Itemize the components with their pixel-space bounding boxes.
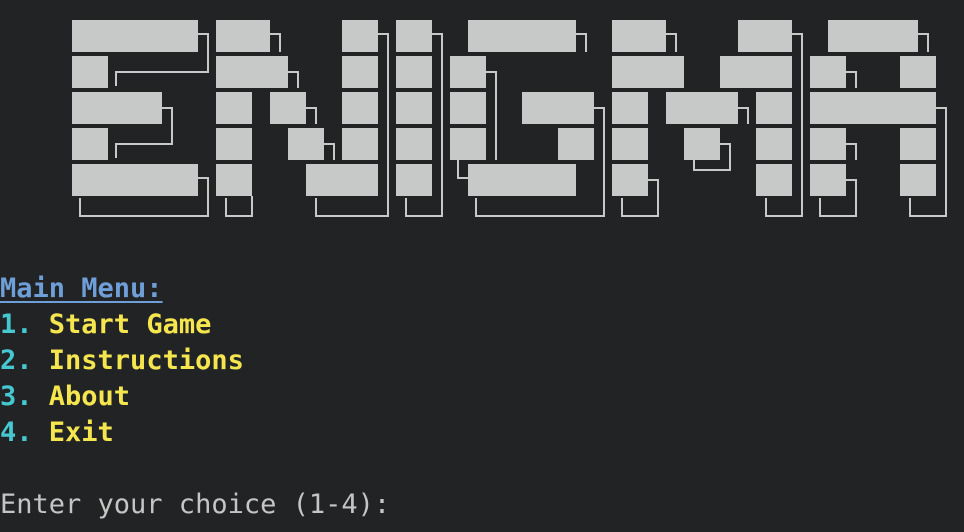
logo-letter-e	[72, 20, 209, 217]
main-menu-heading: Main Menu:	[0, 273, 163, 304]
menu-option-number: 3.	[0, 381, 33, 412]
logo-letter-a	[810, 20, 947, 217]
menu-option-instructions[interactable]: 2. Instructions	[0, 343, 244, 379]
menu-option-about[interactable]: 3. About	[0, 379, 130, 415]
prompt-text: Enter your choice (1-4):	[0, 489, 391, 520]
logo-letter-g	[450, 20, 605, 217]
menu-option-label: About	[48, 381, 131, 412]
menu-option-label: Start Game	[48, 309, 212, 340]
menu-option-start-game[interactable]: 1. Start Game	[0, 307, 211, 343]
logo-letter-i	[396, 20, 443, 217]
menu-option-label: Exit	[48, 417, 114, 448]
menu-option-number: 1.	[0, 309, 33, 340]
menu-option-number: 4.	[0, 417, 33, 448]
enigma-ascii-logo	[72, 20, 947, 217]
menu-option-label: Instructions	[48, 345, 244, 376]
menu-option-number: 2.	[0, 345, 33, 376]
menu-option-exit[interactable]: 4. Exit	[0, 415, 114, 451]
logo-letter-n	[216, 20, 389, 217]
logo-letter-m	[612, 20, 803, 217]
choice-input-prompt[interactable]: Enter your choice (1-4):	[0, 487, 390, 523]
